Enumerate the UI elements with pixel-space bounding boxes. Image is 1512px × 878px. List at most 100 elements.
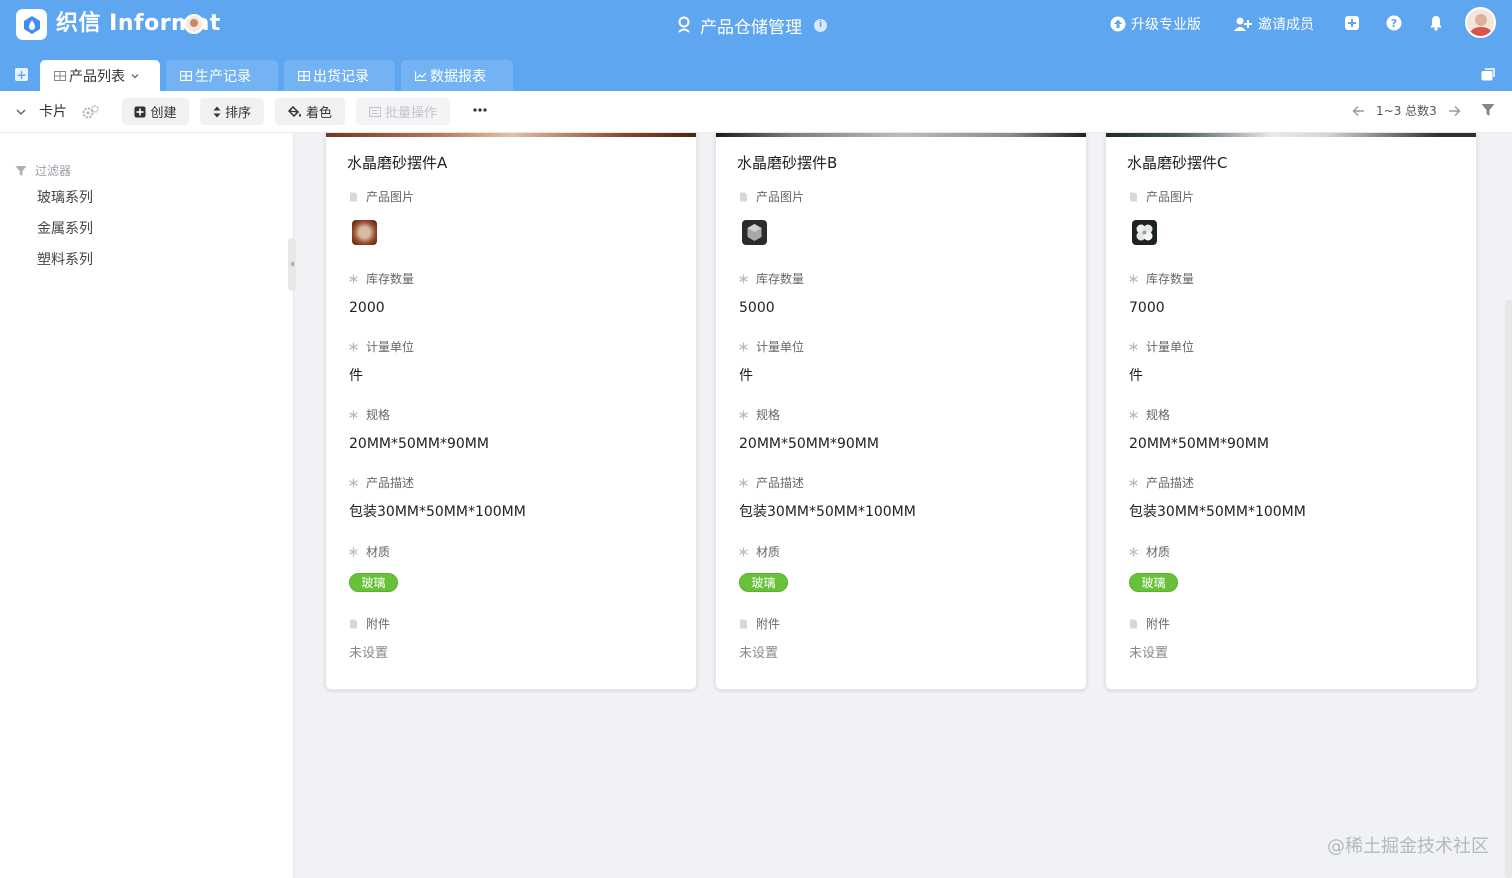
- tab-data-reports[interactable]: 数据报表: [401, 60, 513, 91]
- logo-icon[interactable]: [16, 9, 47, 40]
- label-text: 产品描述: [756, 476, 805, 490]
- label-text: 附件: [1146, 617, 1171, 631]
- field-label-desc: 产品描述: [349, 475, 414, 491]
- tab-product-list[interactable]: 产品列表: [40, 60, 160, 91]
- gear-icon[interactable]: [82, 104, 100, 120]
- tab-label: 产品列表: [69, 68, 125, 85]
- field-label-unit: 计量单位: [739, 339, 804, 355]
- card-title: 水晶磨砂摆件B: [737, 154, 838, 172]
- more-options-icon[interactable]: [470, 100, 490, 120]
- label-text: 材质: [756, 545, 781, 559]
- workspace-avatar[interactable]: [184, 14, 204, 34]
- label-text: 计量单位: [1146, 340, 1195, 354]
- tab-production-records[interactable]: 生产记录: [166, 60, 278, 91]
- view-type-label[interactable]: 卡片: [39, 102, 67, 122]
- product-thumbnail[interactable]: [352, 220, 377, 245]
- stock-value: 7000: [1129, 300, 1165, 316]
- color-button[interactable]: 着色: [275, 98, 345, 125]
- collapse-chevron-icon[interactable]: [15, 106, 27, 118]
- line-chart-icon: [415, 71, 427, 81]
- table-grid-icon: [298, 70, 310, 81]
- field-label-spec: 规格: [739, 407, 780, 423]
- asterisk-icon: [349, 547, 358, 557]
- asterisk-icon: [1129, 547, 1138, 557]
- stock-value: 5000: [739, 300, 775, 316]
- filter-sidebar: 过滤器 玻璃系列 金属系列 塑料系列: [0, 133, 296, 878]
- product-thumbnail[interactable]: [1132, 220, 1157, 245]
- table-grid-icon: [180, 70, 192, 81]
- vertical-scrollbar[interactable]: [1505, 300, 1512, 878]
- product-card[interactable]: 水晶磨砂摆件B 产品图片 库存数量 5000 计量单位 件 规格 20MM*50…: [715, 133, 1087, 690]
- paint-bucket-icon: [287, 105, 301, 117]
- invite-members-button[interactable]: 邀请成员: [1233, 14, 1314, 34]
- label-text: 计量单位: [366, 340, 415, 354]
- label-text: 库存数量: [1146, 272, 1195, 286]
- label-text: 计量单位: [756, 340, 805, 354]
- file-icon: [350, 619, 357, 629]
- arrow-right-icon[interactable]: [1448, 105, 1461, 117]
- filter-icon[interactable]: [1481, 103, 1495, 117]
- location-pin-icon: [678, 16, 690, 33]
- material-tag: 玻璃: [1129, 573, 1178, 592]
- app-title-text: 产品仓储管理: [700, 17, 802, 38]
- window-stack-icon[interactable]: [1481, 67, 1496, 81]
- view-toolbar: 卡片 创建 排序 着色 批量操作 1~3 总数3: [0, 91, 1512, 133]
- spec-value: 20MM*50MM*90MM: [739, 436, 879, 452]
- plus-square-icon: [134, 106, 146, 117]
- batch-operations-button[interactable]: 批量操作: [356, 98, 450, 125]
- arrow-left-icon[interactable]: [1352, 105, 1365, 117]
- user-avatar[interactable]: [1465, 7, 1496, 38]
- field-label-material: 材质: [1129, 544, 1170, 560]
- filter-header: 过滤器: [15, 162, 71, 179]
- product-card[interactable]: 水晶磨砂摆件C 产品图片 库存数量 7000 计量单位 件 规格 20MM*50…: [1105, 133, 1477, 690]
- product-card[interactable]: 水晶磨砂摆件A 产品图片 库存数量 2000 计量单位 件 规格 20MM*50…: [325, 133, 697, 690]
- label-text: 产品图片: [756, 190, 805, 204]
- product-thumbnail[interactable]: [742, 220, 767, 245]
- sidebar-collapse-handle[interactable]: [288, 238, 296, 291]
- upgrade-button[interactable]: 升级专业版: [1110, 14, 1201, 34]
- bell-icon[interactable]: [1428, 15, 1444, 31]
- app-title[interactable]: 产品仓储管理 i: [676, 12, 827, 38]
- label-text: 附件: [756, 617, 781, 631]
- label-text: 规格: [366, 408, 391, 422]
- label-text: 产品描述: [366, 476, 415, 490]
- file-icon: [740, 619, 747, 629]
- asterisk-icon: [739, 478, 748, 488]
- label-text: 库存数量: [366, 272, 415, 286]
- create-button[interactable]: 创建: [122, 98, 189, 125]
- unit-value: 件: [349, 368, 363, 384]
- sidebar-item-metal[interactable]: 金属系列: [37, 219, 93, 239]
- field-label-spec: 规格: [349, 407, 390, 423]
- filter-icon: [15, 165, 27, 176]
- chevron-down-icon[interactable]: [131, 72, 139, 80]
- help-icon[interactable]: ?: [1386, 15, 1402, 31]
- add-view-icon[interactable]: +: [15, 68, 28, 81]
- sidebar-item-plastic[interactable]: 塑料系列: [37, 250, 93, 270]
- field-label-unit: 计量单位: [349, 339, 414, 355]
- field-label-stock: 库存数量: [1129, 271, 1194, 287]
- spec-value: 20MM*50MM*90MM: [1129, 436, 1269, 452]
- sort-icon: [213, 106, 221, 117]
- upgrade-arrow-icon: [1110, 16, 1126, 32]
- add-square-icon[interactable]: [1344, 15, 1360, 31]
- label-text: 材质: [366, 545, 391, 559]
- asterisk-icon: [739, 410, 748, 420]
- tab-label: 生产记录: [195, 68, 251, 85]
- sidebar-item-glass[interactable]: 玻璃系列: [37, 188, 93, 208]
- field-label-material: 材质: [739, 544, 780, 560]
- file-icon: [740, 192, 747, 202]
- unit-value: 件: [739, 368, 753, 384]
- sort-button[interactable]: 排序: [200, 98, 264, 125]
- add-user-icon: [1234, 17, 1252, 31]
- material-tag: 玻璃: [739, 573, 788, 592]
- label-text: 产品图片: [366, 190, 415, 204]
- info-icon[interactable]: i: [814, 18, 827, 32]
- field-label-spec: 规格: [1129, 407, 1170, 423]
- asterisk-icon: [1129, 274, 1138, 284]
- tab-shipping-records[interactable]: 出货记录: [284, 60, 395, 91]
- field-label-unit: 计量单位: [1129, 339, 1194, 355]
- asterisk-icon: [349, 274, 358, 284]
- desc-value: 包装30MM*50MM*100MM: [739, 504, 916, 520]
- desc-value: 包装30MM*50MM*100MM: [1129, 504, 1306, 520]
- attachment-value: 未设置: [1129, 646, 1169, 661]
